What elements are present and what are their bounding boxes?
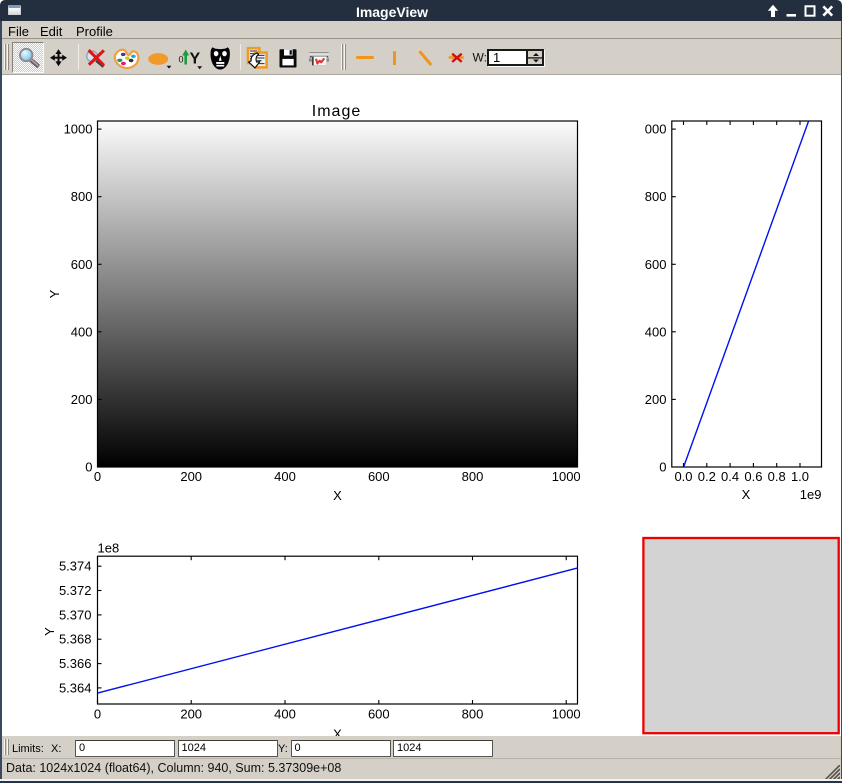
svg-text:400: 400 xyxy=(274,469,296,484)
svg-text:W:: W: xyxy=(473,51,487,65)
svg-text:400: 400 xyxy=(71,324,93,339)
svg-text:5.366: 5.366 xyxy=(59,656,92,671)
svg-text:5.372: 5.372 xyxy=(59,583,92,598)
svg-text:0.2: 0.2 xyxy=(698,469,716,484)
svg-text:0: 0 xyxy=(94,707,101,722)
svg-text:800: 800 xyxy=(645,189,667,204)
svg-text:0.0: 0.0 xyxy=(674,469,692,484)
svg-text:0: 0 xyxy=(94,469,101,484)
svg-text:1e9: 1e9 xyxy=(800,487,822,502)
svg-text:200: 200 xyxy=(71,392,93,407)
svg-text:X: X xyxy=(333,488,342,503)
svg-text:5.368: 5.368 xyxy=(59,632,92,647)
svg-text:Y: Y xyxy=(47,289,62,298)
svg-text:5.370: 5.370 xyxy=(59,607,92,622)
svg-text:800: 800 xyxy=(462,469,484,484)
svg-text:200: 200 xyxy=(645,392,667,407)
svg-text:000: 000 xyxy=(645,122,667,137)
svg-text:400: 400 xyxy=(274,707,296,722)
svg-text:0.6: 0.6 xyxy=(744,469,762,484)
svg-text:1000: 1000 xyxy=(552,469,581,484)
svg-text:600: 600 xyxy=(645,257,667,272)
svg-text:800: 800 xyxy=(71,189,93,204)
svg-text:0: 0 xyxy=(179,55,184,65)
svg-text:1.0: 1.0 xyxy=(791,469,809,484)
svg-text:600: 600 xyxy=(71,257,93,272)
svg-text:400: 400 xyxy=(645,324,667,339)
svg-text:0: 0 xyxy=(85,460,92,475)
svg-text:Y: Y xyxy=(42,627,57,636)
svg-text:0.8: 0.8 xyxy=(768,469,786,484)
svg-text:800: 800 xyxy=(462,707,484,722)
svg-text:600: 600 xyxy=(368,707,390,722)
svg-text:1000: 1000 xyxy=(64,122,93,137)
svg-text:0: 0 xyxy=(659,460,666,475)
svg-text:600: 600 xyxy=(368,469,390,484)
svg-text:Y: Y xyxy=(190,51,201,68)
svg-text:Image: Image xyxy=(312,103,361,120)
svg-text:1000: 1000 xyxy=(552,707,581,722)
svg-text:5.374: 5.374 xyxy=(59,559,92,574)
svg-text:X: X xyxy=(742,487,751,502)
svg-text:200: 200 xyxy=(180,707,202,722)
svg-text:0.4: 0.4 xyxy=(721,469,739,484)
svg-text:5.364: 5.364 xyxy=(59,680,92,695)
svg-text:1e8: 1e8 xyxy=(98,541,120,556)
svg-text:200: 200 xyxy=(180,469,202,484)
